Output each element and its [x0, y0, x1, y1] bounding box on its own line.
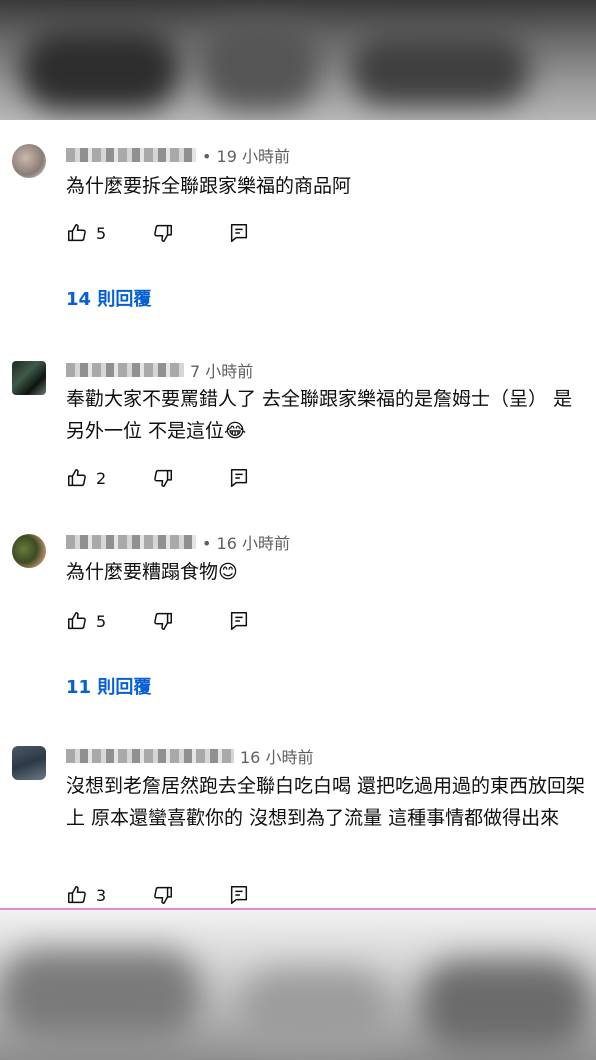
comment-meta: • 16 小時前 [66, 531, 290, 553]
reply-button[interactable] [228, 222, 250, 244]
reply-button[interactable] [228, 610, 250, 632]
thumbs-down-icon [154, 224, 172, 242]
comment-actions: 5 [66, 608, 250, 634]
comment-text: 為什麼要拆全聯跟家樂福的商品阿 [66, 175, 352, 197]
reply-comment-icon [230, 886, 248, 904]
comment-actions: 3 [66, 882, 250, 908]
comment-actions: 2 [66, 465, 250, 491]
thumbs-up-icon [68, 612, 86, 630]
like-count: 5 [96, 223, 107, 243]
redacted-username [66, 363, 184, 377]
comment-time[interactable]: • 16 小時前 [202, 530, 290, 554]
avatar[interactable] [12, 746, 46, 780]
thumbs-down-icon [154, 886, 172, 904]
dislike-button[interactable] [152, 610, 228, 632]
comment-meta: • 19 小時前 [66, 144, 290, 166]
view-replies-link[interactable]: 14 則回覆 [66, 285, 151, 311]
like-button[interactable]: 2 [66, 467, 152, 489]
reply-comment-icon [230, 612, 248, 630]
like-count: 2 [96, 468, 107, 488]
reply-button[interactable] [228, 884, 250, 906]
comment-time[interactable]: 16 小時前 [240, 744, 313, 768]
comment-text: 沒想到老詹居然跑去全聯白吃白喝 還把吃過用過的東西放回架上 原本還蠻喜歡你的 沒… [66, 775, 586, 829]
dislike-button[interactable] [152, 884, 228, 906]
avatar[interactable] [12, 361, 46, 395]
avatar[interactable] [12, 534, 46, 568]
reply-comment-icon [230, 224, 248, 242]
redacted-username [66, 535, 196, 549]
like-button[interactable]: 5 [66, 222, 152, 244]
view-replies-link[interactable]: 11 則回覆 [66, 673, 151, 699]
dislike-button[interactable] [152, 222, 228, 244]
avatar[interactable] [12, 144, 46, 178]
dislike-button[interactable] [152, 467, 228, 489]
like-button[interactable]: 5 [66, 610, 152, 632]
comment-meta: 7 小時前 [66, 359, 253, 381]
comment-actions: 5 [66, 220, 250, 246]
redacted-username [66, 749, 234, 763]
comment-time[interactable]: 7 小時前 [190, 358, 253, 382]
like-count: 3 [96, 885, 107, 905]
thumbs-up-icon [68, 886, 86, 904]
reply-button[interactable] [228, 467, 250, 489]
thumbs-down-icon [154, 469, 172, 487]
like-button[interactable]: 3 [66, 884, 152, 906]
like-count: 5 [96, 611, 107, 631]
comment-text: 奉勸大家不要罵錯人了 去全聯跟家樂福的是詹姆士（呈） 是另外一位 不是這位😂 [66, 388, 573, 442]
redacted-username [66, 148, 196, 162]
comment-time[interactable]: • 19 小時前 [202, 143, 290, 167]
thumbs-up-icon [68, 224, 86, 242]
reply-comment-icon [230, 469, 248, 487]
comment-text: 為什麼要糟蹋食物😊 [66, 561, 238, 583]
thumbs-down-icon [154, 612, 172, 630]
comment-meta: 16 小時前 [66, 745, 313, 767]
blurred-video-area [0, 0, 596, 120]
thumbs-up-icon [68, 469, 86, 487]
blurred-bottom-area [0, 910, 596, 1060]
